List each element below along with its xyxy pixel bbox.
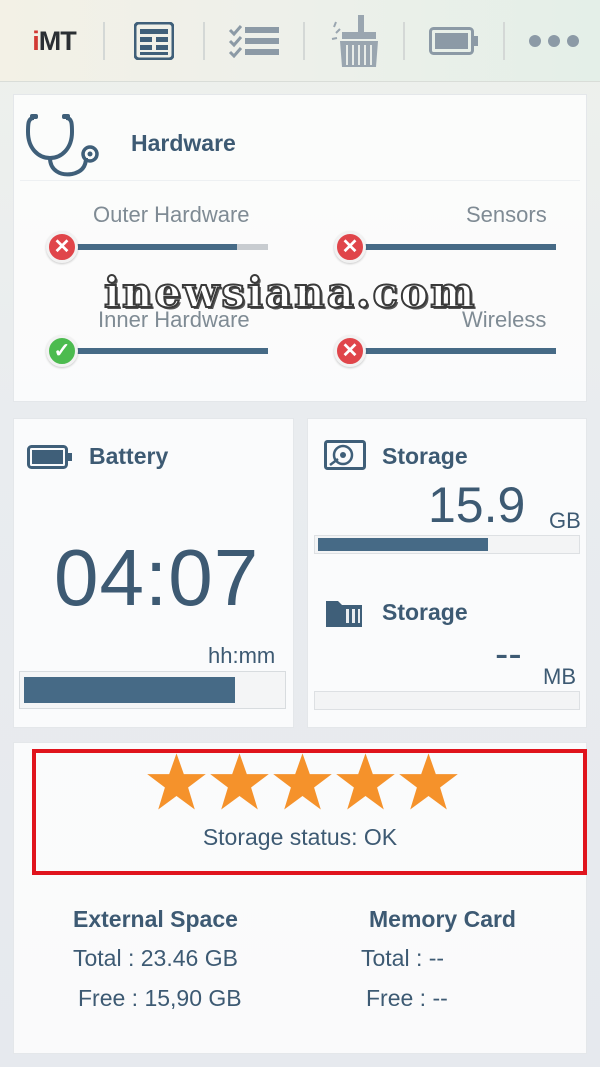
inner-hardware-bar[interactable] (60, 348, 268, 354)
checklist-tab[interactable] (220, 0, 288, 82)
battery-icon (27, 445, 72, 469)
star-icon (210, 753, 269, 810)
imt-logo[interactable]: iMT (18, 0, 90, 82)
dashboard-icon (134, 22, 174, 60)
memory-card-free: Free : -- (366, 985, 448, 1011)
battery-title: Battery (89, 443, 169, 469)
fail-icon: ✕ (334, 335, 366, 367)
outer-hardware-label: Outer Hardware (93, 202, 250, 227)
toolbar-divider (203, 22, 205, 60)
stethoscope-icon (25, 114, 99, 177)
star-rating (146, 751, 459, 813)
more-button[interactable] (520, 0, 588, 82)
checklist-icon (228, 25, 279, 58)
toolbar-divider (303, 22, 305, 60)
memory-card-icon (326, 601, 362, 627)
external-free: Free : 15,90 GB (78, 985, 242, 1011)
more-icon (529, 35, 579, 47)
wireless-fill (348, 348, 556, 354)
cleaner-tab[interactable] (320, 0, 388, 82)
battery-tab[interactable] (420, 0, 488, 82)
star-icon (147, 753, 206, 810)
card-storage-bar (314, 691, 580, 710)
inner-hardware-fill (60, 348, 268, 354)
battery-level-fill (24, 677, 235, 703)
sensors-fill (348, 244, 556, 250)
toolbar-divider (503, 22, 505, 60)
top-toolbar: iMT (0, 0, 600, 82)
internal-storage-title: Storage (382, 443, 468, 469)
external-total: Total : 23.46 GB (73, 945, 238, 971)
card-storage-title: Storage (382, 599, 468, 625)
memory-card-title: Memory Card (369, 906, 516, 932)
card-storage-unit: MB (543, 664, 576, 689)
fail-icon: ✕ (334, 231, 366, 263)
hard-disk-icon (324, 440, 366, 470)
wireless-bar[interactable] (348, 348, 556, 354)
battery-level-bar (19, 671, 286, 709)
divider (20, 180, 580, 181)
star-icon (273, 753, 332, 810)
memory-card-total: Total : -- (361, 945, 445, 971)
star-icon (336, 753, 395, 810)
battery-time: 04:07 (54, 533, 260, 622)
internal-storage-value: 15.9 (428, 477, 526, 533)
external-space-title: External Space (73, 906, 238, 932)
hardware-title: Hardware (131, 130, 236, 156)
ok-check-icon: ✓ (46, 335, 78, 367)
storage-status-text: Storage status: OK (202, 824, 398, 850)
toolbar-divider (403, 22, 405, 60)
broom-icon (331, 15, 378, 67)
internal-storage-fill (318, 538, 488, 551)
battery-unit: hh:mm (208, 643, 276, 668)
fail-icon: ✕ (46, 231, 78, 263)
internal-storage-unit: GB (549, 508, 581, 533)
outer-hardware-bar[interactable] (60, 244, 268, 250)
internal-storage-bar (314, 535, 580, 554)
outer-hardware-fill (60, 244, 237, 250)
battery-icon (429, 27, 478, 55)
toolbar-divider (103, 22, 105, 60)
sensors-label: Sensors (466, 202, 547, 227)
watermark-text: inewsiana.com (103, 267, 477, 318)
card-storage-value: -- (495, 632, 522, 676)
star-icon (399, 753, 458, 810)
dashboard-tab[interactable] (120, 0, 188, 82)
sensors-bar[interactable] (348, 244, 556, 250)
